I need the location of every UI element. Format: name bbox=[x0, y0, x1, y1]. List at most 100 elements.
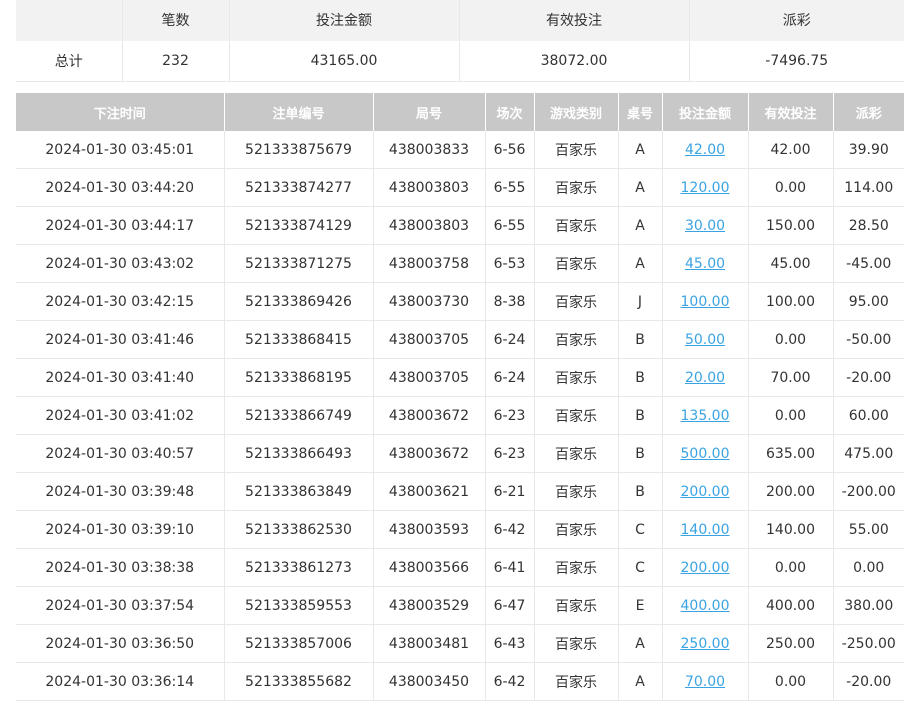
bet-amount-link[interactable]: 500.00 bbox=[681, 446, 730, 462]
bet-amount-link[interactable]: 30.00 bbox=[685, 218, 725, 234]
header-order-number[interactable]: 注单编号 bbox=[224, 93, 374, 131]
bet-amount-link[interactable]: 70.00 bbox=[685, 674, 725, 690]
summary-header-payout: 派彩 bbox=[689, 0, 904, 41]
cell-valid-bet: 635.00 bbox=[748, 434, 834, 473]
cell-round-number: 438003705 bbox=[373, 358, 486, 397]
cell-game-type: 百家乐 bbox=[534, 662, 619, 701]
cell-table-number: A bbox=[618, 244, 663, 283]
cell-table-number: C bbox=[618, 548, 663, 587]
cell-round-number: 438003566 bbox=[373, 548, 486, 587]
bet-amount-link[interactable]: 400.00 bbox=[681, 598, 730, 614]
bet-amount-link[interactable]: 140.00 bbox=[681, 522, 730, 538]
header-valid-bet[interactable]: 有效投注 bbox=[748, 93, 834, 131]
cell-round-number: 438003621 bbox=[373, 472, 486, 511]
summary-header-valid-bet: 有效投注 bbox=[459, 0, 690, 41]
cell-payout: 95.00 bbox=[833, 282, 904, 321]
header-payout[interactable]: 派彩 bbox=[833, 93, 904, 131]
cell-valid-bet: 250.00 bbox=[748, 624, 834, 663]
cell-session: 6-21 bbox=[485, 472, 535, 511]
cell-session: 8-38 bbox=[485, 282, 535, 321]
bet-amount-link[interactable]: 50.00 bbox=[685, 332, 725, 348]
cell-bet-time: 2024-01-30 03:39:48 bbox=[16, 472, 225, 511]
cell-game-type: 百家乐 bbox=[534, 168, 619, 207]
cell-bet-amount: 200.00 bbox=[662, 548, 749, 587]
bet-amount-link[interactable]: 20.00 bbox=[685, 370, 725, 386]
bet-amount-link[interactable]: 200.00 bbox=[681, 484, 730, 500]
cell-bet-amount: 50.00 bbox=[662, 320, 749, 359]
cell-order-number: 521333859553 bbox=[224, 586, 374, 625]
header-game-type[interactable]: 游戏类别 bbox=[534, 93, 619, 131]
cell-bet-time: 2024-01-30 03:37:54 bbox=[16, 586, 225, 625]
cell-table-number: C bbox=[618, 510, 663, 549]
cell-session: 6-42 bbox=[485, 510, 535, 549]
bet-amount-link[interactable]: 45.00 bbox=[685, 256, 725, 272]
cell-bet-time: 2024-01-30 03:43:02 bbox=[16, 244, 225, 283]
cell-session: 6-41 bbox=[485, 548, 535, 587]
cell-game-type: 百家乐 bbox=[534, 510, 619, 549]
cell-payout: 39.90 bbox=[833, 131, 904, 169]
cell-order-number: 521333866749 bbox=[224, 396, 374, 435]
cell-table-number: A bbox=[618, 662, 663, 701]
cell-session: 6-55 bbox=[485, 206, 535, 245]
cell-bet-amount: 30.00 bbox=[662, 206, 749, 245]
cell-table-number: A bbox=[618, 168, 663, 207]
table-row: 2024-01-30 03:44:20 521333874277 438003803… bbox=[16, 168, 904, 207]
bet-amount-link[interactable]: 100.00 bbox=[681, 294, 730, 310]
cell-bet-time: 2024-01-30 03:36:14 bbox=[16, 662, 225, 701]
cell-round-number: 438003672 bbox=[373, 396, 486, 435]
cell-order-number: 521333875679 bbox=[224, 131, 374, 169]
header-bet-time[interactable]: 下注时间 bbox=[16, 93, 225, 131]
cell-game-type: 百家乐 bbox=[534, 396, 619, 435]
cell-valid-bet: 0.00 bbox=[748, 662, 834, 701]
cell-bet-amount: 200.00 bbox=[662, 472, 749, 511]
summary-header-row: 笔数 投注金额 有效投注 派彩 bbox=[16, 0, 904, 41]
cell-valid-bet: 0.00 bbox=[748, 396, 834, 435]
table-row: 2024-01-30 03:44:17 521333874129 438003803… bbox=[16, 206, 904, 245]
cell-bet-amount: 400.00 bbox=[662, 586, 749, 625]
table-row: 2024-01-30 03:45:01 521333875679 438003833… bbox=[16, 131, 904, 169]
cell-game-type: 百家乐 bbox=[534, 282, 619, 321]
detail-header-row: 下注时间 注单编号 局号 场次 游戏类别 桌号 投注金额 有效投注 派彩 bbox=[16, 93, 904, 131]
cell-bet-time: 2024-01-30 03:41:46 bbox=[16, 320, 225, 359]
cell-payout: 28.50 bbox=[833, 206, 904, 245]
table-row: 2024-01-30 03:39:10 521333862530 438003593… bbox=[16, 510, 904, 549]
header-table-number[interactable]: 桌号 bbox=[618, 93, 663, 131]
header-session[interactable]: 场次 bbox=[485, 93, 535, 131]
cell-payout: 55.00 bbox=[833, 510, 904, 549]
cell-game-type: 百家乐 bbox=[534, 244, 619, 283]
header-bet-amount[interactable]: 投注金额 bbox=[662, 93, 749, 131]
bet-amount-link[interactable]: 42.00 bbox=[685, 142, 725, 158]
cell-bet-time: 2024-01-30 03:36:50 bbox=[16, 624, 225, 663]
cell-order-number: 521333855682 bbox=[224, 662, 374, 701]
cell-session: 6-47 bbox=[485, 586, 535, 625]
cell-payout: 475.00 bbox=[833, 434, 904, 473]
cell-table-number: B bbox=[618, 434, 663, 473]
summary-payout-value: -7496.75 bbox=[689, 40, 904, 82]
cell-session: 6-24 bbox=[485, 320, 535, 359]
cell-round-number: 438003529 bbox=[373, 586, 486, 625]
cell-bet-amount: 135.00 bbox=[662, 396, 749, 435]
summary-count-value: 232 bbox=[122, 40, 230, 82]
cell-session: 6-42 bbox=[485, 662, 535, 701]
cell-session: 6-24 bbox=[485, 358, 535, 397]
table-row: 2024-01-30 03:41:02 521333866749 438003672… bbox=[16, 396, 904, 435]
bet-amount-link[interactable]: 200.00 bbox=[681, 560, 730, 576]
cell-order-number: 521333869426 bbox=[224, 282, 374, 321]
cell-game-type: 百家乐 bbox=[534, 548, 619, 587]
cell-payout: -20.00 bbox=[833, 358, 904, 397]
cell-table-number: B bbox=[618, 358, 663, 397]
bet-amount-link[interactable]: 120.00 bbox=[681, 180, 730, 196]
cell-round-number: 438003672 bbox=[373, 434, 486, 473]
cell-order-number: 521333874277 bbox=[224, 168, 374, 207]
cell-game-type: 百家乐 bbox=[534, 434, 619, 473]
bet-amount-link[interactable]: 135.00 bbox=[681, 408, 730, 424]
cell-table-number: A bbox=[618, 206, 663, 245]
bet-amount-link[interactable]: 250.00 bbox=[681, 636, 730, 652]
cell-payout: 380.00 bbox=[833, 586, 904, 625]
cell-game-type: 百家乐 bbox=[534, 586, 619, 625]
table-row: 2024-01-30 03:43:02 521333871275 438003758… bbox=[16, 244, 904, 283]
cell-game-type: 百家乐 bbox=[534, 358, 619, 397]
header-round-number[interactable]: 局号 bbox=[373, 93, 486, 131]
cell-valid-bet: 150.00 bbox=[748, 206, 834, 245]
cell-table-number: B bbox=[618, 320, 663, 359]
